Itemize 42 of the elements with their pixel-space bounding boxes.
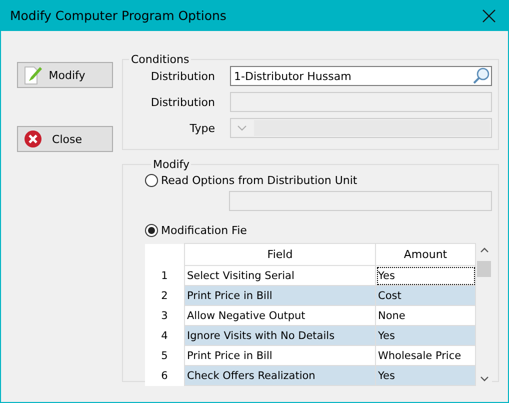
search-field[interactable]: 1-Distributor Hussam xyxy=(230,66,492,86)
scroll-up-icon[interactable] xyxy=(480,247,488,253)
row-number: 4 xyxy=(145,326,184,346)
field-label: Type xyxy=(188,122,215,134)
scrollbar-thumb[interactable] xyxy=(477,261,491,277)
input-field[interactable] xyxy=(229,191,492,211)
table-cell[interactable]: Print Price in Bill xyxy=(184,286,376,306)
row-number: 5 xyxy=(145,346,184,366)
table-cell[interactable]: Wholesale Price xyxy=(376,346,476,366)
table-cell[interactable]: Allow Negative Output xyxy=(184,306,376,326)
group-title: Conditions xyxy=(130,53,190,66)
radio-option[interactable]: Modification Fie xyxy=(145,221,494,239)
close-icon[interactable] xyxy=(482,8,496,22)
table-cell[interactable]: Select Visiting Serial xyxy=(184,266,376,286)
dropdown-field[interactable] xyxy=(230,118,492,138)
table-cell[interactable]: Yes xyxy=(376,326,476,346)
action-button[interactable]: Modify xyxy=(17,62,113,88)
table-cell[interactable]: Cost xyxy=(376,286,476,306)
row-number: 2 xyxy=(145,286,184,306)
chevron-icon xyxy=(237,125,247,131)
table-cell[interactable]: Yes xyxy=(376,366,476,386)
column-header[interactable]: Amount xyxy=(376,244,476,266)
table-cell[interactable]: Print Price in Bill xyxy=(184,346,376,366)
input-field[interactable] xyxy=(230,92,492,112)
error-icon xyxy=(24,130,42,148)
field-label: Distribution xyxy=(150,96,215,108)
table-cell[interactable]: None xyxy=(376,306,476,326)
column-header[interactable]: Field xyxy=(184,244,376,266)
table-cell[interactable]: Ignore Visits with No Details xyxy=(184,326,376,346)
window-title: Modify Computer Program Options xyxy=(10,8,226,23)
pencil-icon xyxy=(24,65,42,85)
row-number: 1 xyxy=(145,266,184,286)
group-title: Modify xyxy=(152,158,190,171)
row-number: 3 xyxy=(145,306,184,326)
search-icon[interactable] xyxy=(472,67,490,85)
table-cell[interactable]: Check Offers Realization xyxy=(184,366,376,386)
radio-option[interactable]: Read Options from Distribution Unit xyxy=(145,171,494,189)
table-cell[interactable]: Yes xyxy=(376,266,476,286)
field-label: Distribution xyxy=(150,70,215,82)
action-button[interactable]: Close xyxy=(17,126,113,152)
scroll-down-icon[interactable] xyxy=(480,376,488,382)
row-number: 6 xyxy=(145,366,184,386)
